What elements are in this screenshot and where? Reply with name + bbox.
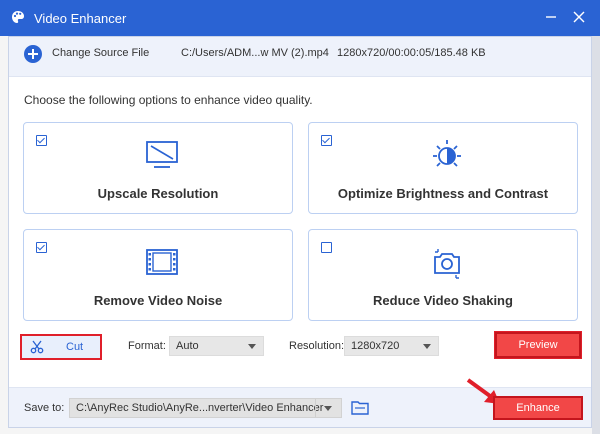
folder-icon[interactable] <box>351 399 369 415</box>
option-optimize-brightness[interactable]: Optimize Brightness and Contrast <box>308 122 578 214</box>
brightness-label: Optimize Brightness and Contrast <box>337 186 549 201</box>
chevron-down-icon <box>423 344 431 349</box>
source-bar: Change Source File C:/Users/ADM...w MV (… <box>9 37 591 77</box>
save-path-value: C:\AnyRec Studio\AnyRe...nverter\Video E… <box>76 402 324 414</box>
chevron-down-icon <box>324 406 332 411</box>
option-remove-noise[interactable]: Remove Video Noise <box>23 229 293 321</box>
format-select[interactable]: Auto <box>169 336 264 356</box>
enhance-button[interactable]: Enhance <box>493 396 583 420</box>
option-upscale-resolution[interactable]: Upscale Resolution <box>23 122 293 214</box>
resolution-label: Resolution: <box>289 340 345 352</box>
save-to-label: Save to: <box>24 402 65 414</box>
instruction-text: Choose the following options to enhance … <box>24 93 313 107</box>
cut-button[interactable]: Cut <box>20 334 102 360</box>
monitor-slash-icon <box>146 141 178 168</box>
shaking-label: Reduce Video Shaking <box>373 293 513 308</box>
scissors-icon <box>30 340 44 354</box>
save-footer: Save to: C:\AnyRec Studio\AnyRe...nverte… <box>9 378 591 427</box>
format-label: Format: <box>128 340 166 352</box>
cut-label: Cut <box>66 341 84 353</box>
title-bar: Video Enhancer <box>0 0 600 36</box>
enhancer-panel: Change Source File C:/Users/ADM...w MV (… <box>8 36 592 428</box>
noise-label: Remove Video Noise <box>93 293 223 308</box>
add-file-icon[interactable] <box>24 45 42 63</box>
brightness-checkbox[interactable] <box>321 135 332 146</box>
save-path-dropdown[interactable] <box>315 399 341 417</box>
close-icon[interactable] <box>571 9 587 25</box>
noise-checkbox[interactable] <box>36 242 47 253</box>
shaking-checkbox[interactable] <box>321 242 332 253</box>
window-edge <box>592 36 600 434</box>
brightness-icon <box>433 140 461 167</box>
window-title: Video Enhancer <box>34 11 127 26</box>
option-reduce-shaking[interactable]: Reduce Video Shaking <box>308 229 578 321</box>
upscale-label: Upscale Resolution <box>97 186 219 201</box>
controls-row: Cut Format: Auto Resolution: 1280x720 Pr… <box>9 327 591 367</box>
source-file-path: C:/Users/ADM...w MV (2).mp4 <box>181 47 329 59</box>
format-value: Auto <box>176 340 199 352</box>
camera-stabilize-icon <box>434 249 460 279</box>
film-strip-icon <box>146 249 178 275</box>
source-file-info: 1280x720/00:00:05/185.48 KB <box>337 47 486 59</box>
preview-button[interactable]: Preview <box>494 331 582 359</box>
palette-icon <box>12 11 24 23</box>
chevron-down-icon <box>248 344 256 349</box>
resolution-value: 1280x720 <box>351 340 400 352</box>
resolution-select[interactable]: 1280x720 <box>344 336 439 356</box>
save-path-field[interactable]: C:\AnyRec Studio\AnyRe...nverter\Video E… <box>69 398 342 418</box>
minimize-icon[interactable] <box>543 9 559 25</box>
upscale-checkbox[interactable] <box>36 135 47 146</box>
change-source-button[interactable]: Change Source File <box>52 47 149 59</box>
